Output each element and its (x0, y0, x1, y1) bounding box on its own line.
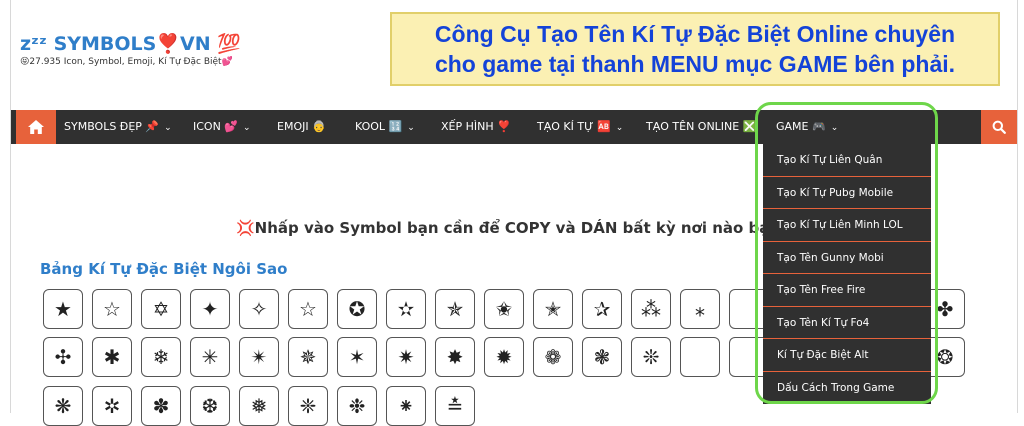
symbol-tile[interactable] (680, 337, 720, 377)
symbol-tile[interactable]: ⁎ (680, 289, 720, 329)
symbol-tile[interactable]: ❂ (925, 337, 965, 377)
copy-instruction: 💢Nhấp vào Symbol bạn cần để COPY và DÁN … (236, 219, 801, 237)
nav-item-label: SYMBOLS ĐẸP 📌 (64, 120, 160, 133)
symbol-tile[interactable]: ✭ (533, 289, 573, 329)
symbol-tile[interactable]: ❄ (141, 337, 181, 377)
dropdown-item-lien-quan[interactable]: Tạo Kí Tự Liên Quân (763, 144, 931, 177)
nav-item-label: XẾP HÌNH ❣️ (441, 120, 511, 133)
symbol-tile[interactable]: ✽ (141, 386, 181, 426)
symbol-tile[interactable]: ☆ (288, 289, 328, 329)
chevron-down-icon: ⌄ (164, 123, 172, 133)
symbol-tile[interactable]: ❆ (190, 386, 230, 426)
site-logo[interactable]: zᶻᶻ SYMBOLS❣️VN 💯 😝27.935 Icon, Symbol, … (20, 32, 241, 67)
logo-text: SYMBOLS❣️VN 💯 (53, 33, 241, 55)
symbol-tile[interactable]: ❅ (239, 386, 279, 426)
logo-title: zᶻᶻ SYMBOLS❣️VN 💯 (20, 32, 241, 55)
symbol-tile[interactable]: ✦ (190, 289, 230, 329)
nav-item-tao-ten-online[interactable]: TẠO TÊN ONLINE ❎ (646, 110, 756, 144)
symbol-tile[interactable]: ✸ (435, 337, 475, 377)
nav-search-button[interactable] (981, 110, 1017, 144)
logo-zz: zᶻᶻ (20, 33, 47, 55)
dropdown-item-free-fire[interactable]: Tạo Tên Free Fire (763, 274, 931, 307)
symbol-tile[interactable]: ❈ (288, 386, 328, 426)
banner-line-2: cho game tại thanh MENU mục GAME bên phả… (434, 51, 956, 77)
chevron-down-icon: ⌄ (615, 123, 624, 133)
promo-banner: Công Cụ Tạo Tên Kí Tự Đặc Biệt Online ch… (390, 12, 1000, 86)
nav-item-xep-hinh[interactable]: XẾP HÌNH ❣️ (441, 110, 511, 144)
symbol-tile[interactable]: ✷ (386, 337, 426, 377)
nav-item-tao-ki-tu[interactable]: TẠO KÍ TỰ 🆎 ⌄ (537, 110, 623, 144)
symbol-tile[interactable]: ✱ (92, 337, 132, 377)
symbol-tile[interactable]: ✶ (337, 337, 377, 377)
nav-item-kool[interactable]: KOOL 🔢 ⌄ (355, 110, 415, 144)
nav-item-symbols-dep[interactable]: SYMBOLS ĐẸP 📌 ⌄ (64, 110, 172, 144)
nav-item-label: ICON 💕 (193, 120, 239, 133)
banner-line-1: Công Cụ Tạo Tên Kí Tự Đặc Biệt Online ch… (434, 21, 956, 47)
symbol-tile[interactable]: ❋ (43, 386, 83, 426)
symbol-tile[interactable]: ✪ (337, 289, 377, 329)
nav-home-button[interactable] (16, 110, 56, 144)
symbol-tile[interactable]: ✳ (190, 337, 230, 377)
symbol-tile[interactable]: ✫ (386, 289, 426, 329)
symbol-tile[interactable]: ❉ (337, 386, 377, 426)
symbol-tile[interactable]: ✤ (925, 289, 965, 329)
nav-item-label: EMOJI 👵 (277, 120, 326, 133)
nav-item-label: TẠO KÍ TỰ 🆎 (537, 120, 611, 133)
symbol-tile[interactable]: ≛ (435, 386, 475, 426)
dropdown-item-lien-minh-lol[interactable]: Tạo Kí Tự Liên Minh LOL (763, 209, 931, 242)
symbol-tile[interactable]: ✰ (582, 289, 622, 329)
chevron-down-icon: ⌄ (830, 123, 839, 133)
dropdown-item-dau-cach[interactable]: Dấu Cách Trong Game (763, 372, 931, 405)
symbol-tile[interactable]: ✲ (92, 386, 132, 426)
symbol-tile[interactable]: ✧ (239, 289, 279, 329)
nav-item-label: TẠO TÊN ONLINE ❎ (646, 120, 757, 133)
chevron-down-icon: ⌄ (243, 123, 251, 133)
symbol-tile[interactable]: ✯ (435, 289, 475, 329)
symbol-tile[interactable]: ☆ (92, 289, 132, 329)
symbol-tile[interactable]: ✡ (141, 289, 181, 329)
chevron-down-icon: ⌄ (407, 123, 415, 133)
dropdown-item-ki-tu-alt[interactable]: Kí Tự Đặc Biệt Alt (763, 339, 931, 372)
symbol-tile[interactable]: ⁕ (386, 386, 426, 426)
home-icon (28, 120, 44, 134)
symbol-tile[interactable]: ★ (43, 289, 83, 329)
nav-item-icon[interactable]: ICON 💕 ⌄ (193, 110, 251, 144)
logo-subtitle: 😝27.935 Icon, Symbol, Emoji, Kí Tự Đặc B… (20, 57, 233, 67)
symbol-tile[interactable]: ❃ (582, 337, 622, 377)
symbol-tile[interactable]: ✣ (43, 337, 83, 377)
symbol-tile[interactable]: ❁ (533, 337, 573, 377)
dropdown-item-gunny-mobi[interactable]: Tạo Tên Gunny Mobi (763, 242, 931, 274)
nav-item-game[interactable]: GAME 🎮 ⌄ (776, 110, 838, 144)
symbol-tile[interactable]: ✹ (484, 337, 524, 377)
symbol-tile[interactable]: ✴ (239, 337, 279, 377)
search-icon (992, 120, 1006, 134)
symbol-tile[interactable]: ✬ (484, 289, 524, 329)
main-navbar: SYMBOLS ĐẸP 📌 ⌄ ICON 💕 ⌄ EMOJI 👵 KOOL 🔢 ⌄ X… (11, 110, 1017, 144)
nav-item-emoji[interactable]: EMOJI 👵 (277, 110, 326, 144)
symbol-tile[interactable]: ❊ (631, 337, 671, 377)
dropdown-item-pubg-mobile[interactable]: Tạo Kí Tự Pubg Mobile (763, 177, 931, 209)
nav-item-label: KOOL 🔢 (355, 120, 403, 133)
game-dropdown-menu: Tạo Kí Tự Liên Quân Tạo Kí Tự Pubg Mobil… (763, 144, 931, 404)
symbol-tile[interactable]: ⁂ (631, 289, 671, 329)
section-title: Bảng Kí Tự Đặc Biệt Ngôi Sao (40, 260, 288, 278)
dropdown-item-fo4[interactable]: Tạo Tên Kí Tự Fo4 (763, 307, 931, 339)
symbol-tile[interactable]: ✵ (288, 337, 328, 377)
nav-item-label: GAME 🎮 (776, 120, 826, 133)
